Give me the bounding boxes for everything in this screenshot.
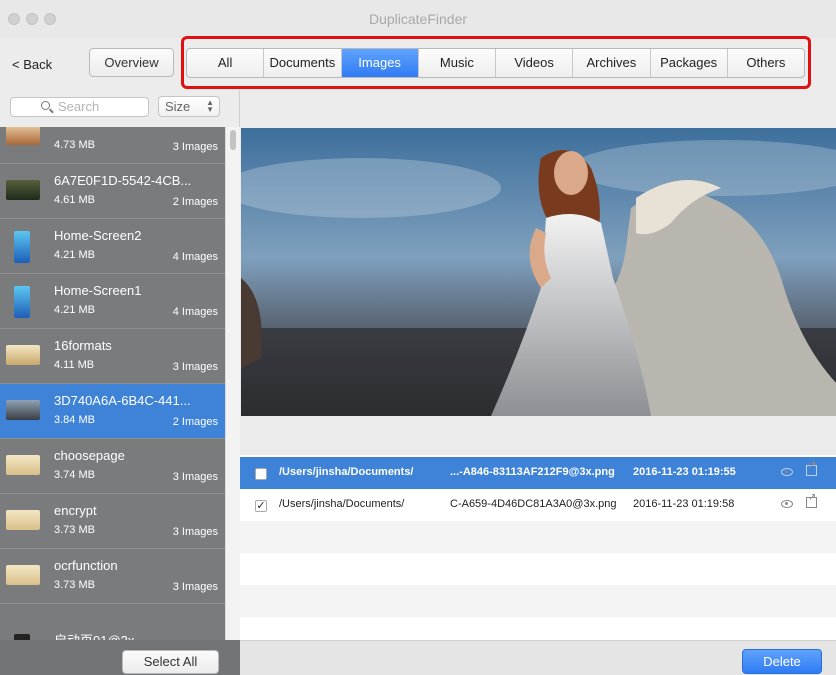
- scrollbar-thumb[interactable]: [230, 130, 236, 150]
- row-checkbox-checked[interactable]: ✓: [255, 500, 267, 512]
- item-name: 16formats: [54, 338, 112, 353]
- list-item[interactable]: 16formats 4.11 MB 3 Images: [0, 329, 225, 384]
- table-row-selected[interactable]: /Users/jinsha/Documents/ ...-A846-83113A…: [240, 457, 836, 489]
- sort-select-value: Size: [165, 99, 191, 114]
- duplicate-group-list[interactable]: 4.73 MB 3 Images 6A7E0F1D-5542-4CB... 4.…: [0, 127, 225, 640]
- list-item-selected[interactable]: 3D740A6A-6B4C-441... 3.84 MB 2 Images: [0, 384, 225, 439]
- item-size: 3.74 MB: [54, 469, 95, 481]
- item-count: 3 Images: [172, 526, 218, 538]
- thumbnail: [6, 345, 40, 365]
- thumbnail: [6, 180, 40, 200]
- item-size: 4.11 MB: [54, 359, 95, 371]
- item-size: 3.84 MB: [54, 414, 95, 426]
- select-all-button[interactable]: Select All: [122, 650, 219, 674]
- list-item[interactable]: choosepage 3.74 MB 3 Images: [0, 439, 225, 494]
- tab-images[interactable]: Images: [341, 49, 419, 77]
- title-bar: DuplicateFinder: [0, 0, 836, 38]
- thumbnail: [6, 510, 40, 530]
- preview-image: [241, 128, 836, 416]
- list-item[interactable]: 4.73 MB 3 Images: [0, 127, 225, 164]
- thumbnail: [6, 400, 40, 420]
- item-size: 4.21 MB: [54, 249, 95, 261]
- reveal-in-finder-icon[interactable]: [806, 492, 817, 508]
- tab-packages[interactable]: Packages: [651, 49, 728, 77]
- category-tabs: All Documents Images Music Videos Archiv…: [186, 48, 805, 78]
- item-count: 3 Images: [172, 581, 218, 593]
- item-count: 4 Images: [172, 251, 218, 263]
- list-item[interactable]: encrypt 3.73 MB 3 Images: [0, 494, 225, 549]
- file-path: /Users/jinsha/Documents/: [279, 466, 414, 478]
- back-button[interactable]: < Back: [12, 57, 52, 72]
- table-row[interactable]: ✓ /Users/jinsha/Documents/ C-A659-4D46DC…: [240, 489, 836, 521]
- search-placeholder: Search: [58, 99, 100, 114]
- list-item[interactable]: Home-Screen1 4.21 MB 4 Images: [0, 274, 225, 329]
- empty-row: [240, 585, 836, 617]
- thumbnail: [6, 127, 40, 145]
- item-size: 3.73 MB: [54, 524, 95, 536]
- stepper-arrows-icon: ▲ ▼: [206, 98, 214, 114]
- item-name: 3D740A6A-6B4C-441...: [54, 393, 191, 408]
- item-count: 2 Images: [172, 416, 218, 428]
- item-name: encrypt: [54, 503, 97, 518]
- file-name: ...-A846-83113AF212F9@3x.png: [450, 466, 615, 478]
- empty-row: [240, 617, 836, 640]
- empty-row: [240, 521, 836, 553]
- item-count: 2 Images: [172, 196, 218, 208]
- item-name: ocrfunction: [54, 558, 118, 573]
- sidebar-scrollbar[interactable]: [225, 127, 240, 640]
- tab-music[interactable]: Music: [419, 49, 496, 77]
- item-size: 3.73 MB: [54, 579, 95, 591]
- item-size: 4.21 MB: [54, 304, 95, 316]
- thumbnail: [6, 565, 40, 585]
- list-item[interactable]: Home-Screen2 4.21 MB 4 Images: [0, 219, 225, 274]
- item-name: 6A7E0F1D-5542-4CB...: [54, 173, 192, 188]
- file-date: 2016-11-23 01:19:58: [633, 498, 735, 510]
- item-count: 3 Images: [172, 141, 218, 153]
- item-name: choosepage: [54, 448, 125, 463]
- reveal-in-finder-icon[interactable]: [806, 460, 817, 476]
- search-icon: [41, 101, 50, 110]
- tab-documents[interactable]: Documents: [264, 49, 342, 77]
- sort-select[interactable]: Size ▲ ▼: [158, 96, 220, 117]
- item-name: 启动页01@2x: [54, 630, 134, 640]
- item-name: Home-Screen2: [54, 228, 142, 243]
- file-path: /Users/jinsha/Documents/: [279, 498, 405, 510]
- preview-eye-icon[interactable]: [781, 468, 793, 476]
- list-item[interactable]: 启动页01@2x: [0, 604, 225, 640]
- overview-button[interactable]: Overview: [89, 48, 174, 77]
- thumbnail: [14, 231, 30, 263]
- delete-button[interactable]: Delete: [742, 649, 822, 674]
- tab-all[interactable]: All: [187, 49, 265, 77]
- list-item[interactable]: 6A7E0F1D-5542-4CB... 4.61 MB 2 Images: [0, 164, 225, 219]
- tab-others[interactable]: Others: [728, 49, 804, 77]
- item-count: 3 Images: [172, 471, 218, 483]
- file-date: 2016-11-23 01:19:55: [633, 466, 736, 478]
- tab-archives[interactable]: Archives: [573, 49, 651, 77]
- row-checkbox[interactable]: [255, 468, 267, 480]
- window-title: DuplicateFinder: [368, 11, 468, 27]
- thumbnail: [14, 286, 30, 318]
- item-size: 4.73 MB: [54, 139, 95, 151]
- item-count: 3 Images: [172, 361, 218, 373]
- tab-videos[interactable]: Videos: [496, 49, 574, 77]
- item-count: 4 Images: [172, 306, 218, 318]
- empty-row: [240, 553, 836, 585]
- file-name: C-A659-4D46DC81A3A0@3x.png: [450, 498, 617, 510]
- preview-eye-icon[interactable]: [781, 500, 793, 508]
- item-size: 4.61 MB: [54, 194, 95, 206]
- thumbnail: [6, 455, 40, 475]
- item-name: Home-Screen1: [54, 283, 142, 298]
- list-item[interactable]: ocrfunction 3.73 MB 3 Images: [0, 549, 225, 604]
- search-input[interactable]: Search: [10, 97, 149, 117]
